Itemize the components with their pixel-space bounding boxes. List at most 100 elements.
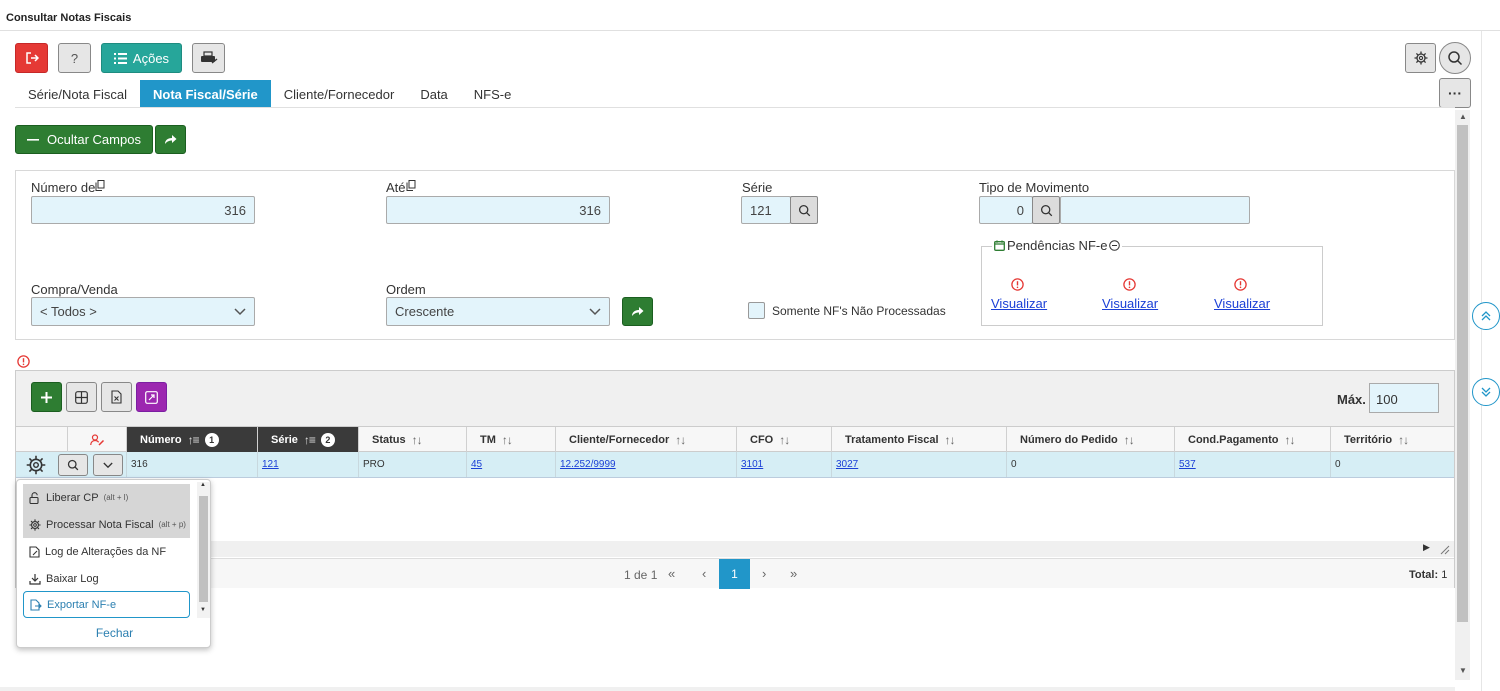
- ordem-select[interactable]: Crescente: [386, 297, 610, 326]
- ocultar-campos-button[interactable]: Ocultar Campos: [15, 125, 153, 154]
- serie-search-button[interactable]: [790, 196, 818, 224]
- numero-de-input[interactable]: 316: [31, 196, 255, 224]
- tab-nota-fiscal-serie[interactable]: Nota Fiscal/Série: [139, 80, 271, 107]
- tab-serie-nota-fiscal[interactable]: Série/Nota Fiscal: [15, 80, 140, 107]
- next-page-icon[interactable]: ›: [762, 566, 766, 581]
- column-header-tratamento-fiscal[interactable]: Tratamento Fiscal ↑↓: [832, 427, 1007, 452]
- exit-button[interactable]: [15, 43, 48, 73]
- print-button[interactable]: [192, 43, 225, 73]
- alert-icon: [1234, 278, 1247, 291]
- menu-item-baixar-log[interactable]: Baixar Log: [23, 565, 190, 592]
- menu-item-processar-nota-fiscal[interactable]: Processar Nota Fiscal (alt + p): [23, 511, 190, 538]
- export-excel-button[interactable]: [101, 382, 132, 412]
- visualizar-link-2[interactable]: Visualizar: [1102, 296, 1158, 311]
- ocultar-campos-label: Ocultar Campos: [47, 132, 141, 147]
- grid-icon: [75, 390, 88, 404]
- sort-icon: ↑↓: [1398, 432, 1409, 447]
- tab-data[interactable]: Data: [407, 80, 460, 107]
- tipo-movimento-label: Tipo de Movimento: [979, 180, 1090, 195]
- question-icon: ?: [70, 50, 79, 66]
- table-row[interactable]: 316 121 PRO 45 12.252/9999 3101 3027 0 5…: [16, 452, 1454, 478]
- more-options-button[interactable]: ···: [1439, 78, 1471, 108]
- acoes-button[interactable]: Ações: [101, 43, 182, 73]
- resize-handle-icon[interactable]: [1440, 545, 1450, 555]
- cond-pagamento-link[interactable]: 537: [1179, 459, 1196, 470]
- tipo-movimento-search-button[interactable]: [1032, 196, 1060, 224]
- calendar-icon: [994, 240, 1005, 251]
- row-view-button[interactable]: [58, 454, 88, 476]
- menu-item-liberar-cp[interactable]: Liberar CP (alt + l): [23, 484, 190, 511]
- column-header-cliente-fornecedor[interactable]: Cliente/Fornecedor ↑↓: [556, 427, 737, 452]
- expand-button[interactable]: [136, 382, 167, 412]
- file-export-icon: [30, 598, 42, 611]
- gear-icon[interactable]: [26, 455, 46, 475]
- exit-icon: [25, 52, 39, 64]
- tm-link[interactable]: 45: [471, 459, 482, 470]
- last-page-icon[interactable]: »: [790, 566, 797, 581]
- page-scroll-thumb[interactable]: [1457, 125, 1468, 622]
- column-header-status[interactable]: Status ↑↓: [359, 427, 467, 452]
- serie-input[interactable]: 121: [741, 196, 791, 224]
- column-header-territorio[interactable]: Território ↑↓: [1331, 427, 1454, 452]
- global-search-button[interactable]: [1439, 42, 1471, 74]
- collapse-icon[interactable]: [1109, 240, 1121, 251]
- tab-cliente-fornecedor[interactable]: Cliente/Fornecedor: [271, 80, 408, 107]
- numero-de-label: Número de: [31, 180, 105, 195]
- horizontal-scrollbar[interactable]: ▶: [210, 541, 1454, 557]
- grid-layout-button[interactable]: [66, 382, 97, 412]
- cliente-link[interactable]: 12.252/9999: [560, 459, 616, 470]
- cell-tm: 45: [467, 452, 556, 477]
- pendencias-box: [981, 246, 1323, 326]
- apply-share-button[interactable]: [622, 297, 653, 326]
- tratamento-link[interactable]: 3027: [836, 459, 858, 470]
- cfo-link[interactable]: 3101: [741, 459, 763, 470]
- serie-link[interactable]: 121: [262, 459, 279, 470]
- prev-page-icon[interactable]: ‹: [702, 566, 706, 581]
- scroll-right-icon[interactable]: ▶: [1423, 542, 1430, 553]
- settings-button[interactable]: [1405, 43, 1436, 73]
- column-header-numero[interactable]: Número ↑≡ 1: [127, 427, 258, 452]
- somente-nao-processadas-checkbox[interactable]: [748, 302, 765, 319]
- share-button[interactable]: [155, 125, 186, 154]
- cell-cond-pagamento: 537: [1175, 452, 1331, 477]
- max-input[interactable]: 100: [1369, 383, 1439, 413]
- menu-scrollbar[interactable]: ▲ ▼: [197, 482, 210, 618]
- column-header-serie[interactable]: Série ↑≡ 2: [258, 427, 359, 452]
- scroll-up-icon[interactable]: ▲: [200, 482, 206, 488]
- scroll-bottom-button[interactable]: [1472, 378, 1500, 406]
- tab-nfs-e[interactable]: NFS-e: [461, 80, 525, 107]
- ate-input[interactable]: 316: [386, 196, 610, 224]
- tipo-movimento-input[interactable]: 0: [979, 196, 1033, 224]
- scroll-down-icon[interactable]: ▼: [1459, 666, 1467, 675]
- sort-asc-icon: ↑≡: [187, 432, 200, 447]
- add-button[interactable]: [31, 382, 62, 412]
- first-page-icon[interactable]: «: [668, 566, 675, 581]
- ellipsis-icon: ···: [1448, 85, 1462, 101]
- visualizar-link-1[interactable]: Visualizar: [991, 296, 1047, 311]
- fechar-button[interactable]: Fechar: [17, 626, 212, 640]
- column-header-tm[interactable]: TM ↑↓: [467, 427, 556, 452]
- plus-icon: [41, 391, 52, 403]
- scroll-up-icon[interactable]: ▲: [1459, 112, 1467, 121]
- compra-venda-select[interactable]: < Todos >: [31, 297, 255, 326]
- scroll-down-icon[interactable]: ▼: [200, 607, 206, 613]
- menu-scroll-thumb[interactable]: [199, 496, 208, 602]
- sort-order-badge: 2: [320, 432, 335, 447]
- chevron-down-icon: [589, 307, 601, 315]
- double-chevron-down-icon: [1481, 387, 1491, 397]
- column-header-numero-pedido[interactable]: Número do Pedido ↑↓: [1007, 427, 1175, 452]
- column-header-cfo[interactable]: CFO ↑↓: [737, 427, 832, 452]
- current-page-button[interactable]: 1: [719, 559, 750, 589]
- scroll-top-button[interactable]: [1472, 302, 1500, 330]
- cell-serie: 121: [258, 452, 359, 477]
- total-count: Total: 1: [1409, 569, 1448, 581]
- alert-icon: [1123, 278, 1136, 291]
- user-column-header[interactable]: [68, 427, 127, 452]
- column-header-cond-pagamento[interactable]: Cond.Pagamento ↑↓: [1175, 427, 1331, 452]
- menu-item-log-alteracoes[interactable]: Log de Alterações da NF: [23, 538, 190, 565]
- expand-icon: [145, 390, 158, 404]
- menu-item-exportar-nfe[interactable]: Exportar NF-e: [23, 591, 190, 618]
- help-button[interactable]: ?: [58, 43, 91, 73]
- visualizar-link-3[interactable]: Visualizar: [1214, 296, 1270, 311]
- row-dropdown-button[interactable]: [93, 454, 123, 476]
